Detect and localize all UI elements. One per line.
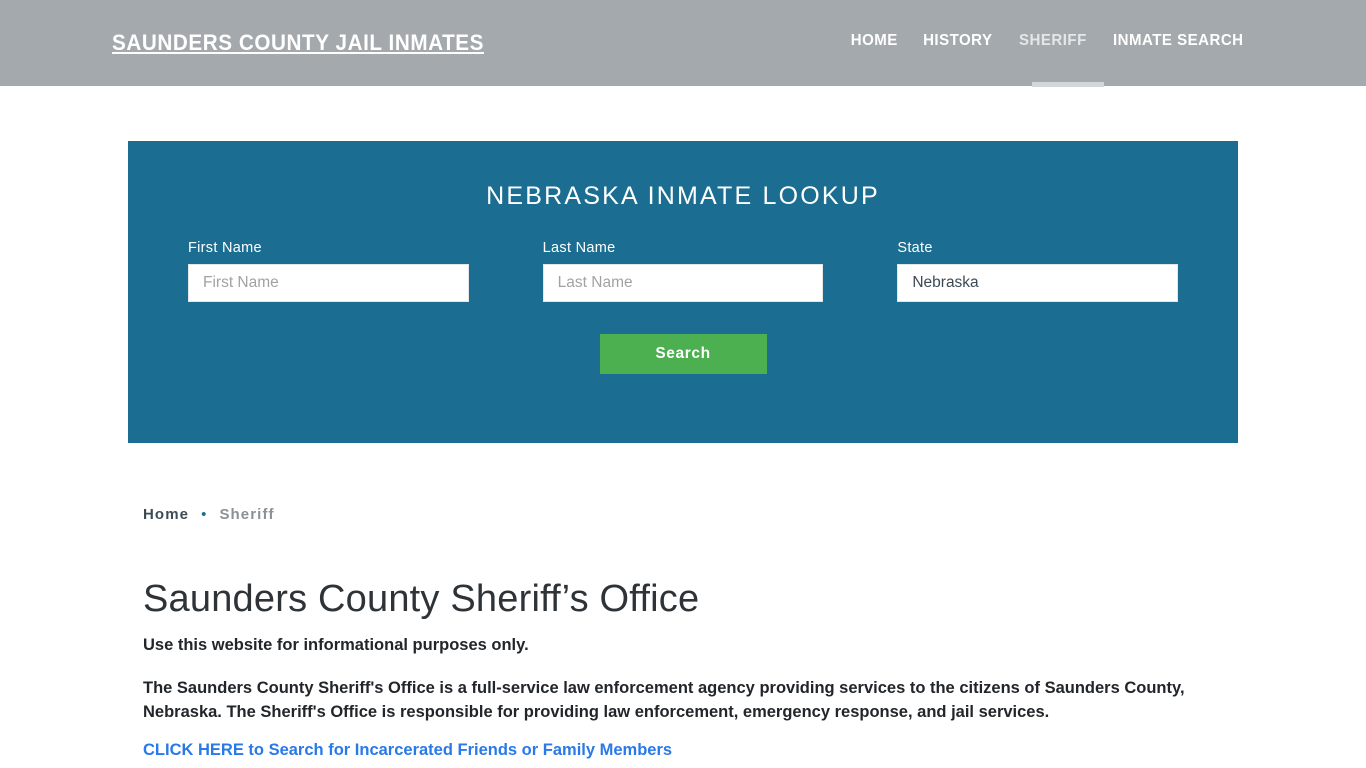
breadcrumb-separator-icon: • bbox=[201, 506, 208, 523]
nav-item-home[interactable]: HOME bbox=[839, 32, 909, 50]
last-name-field-group: Last Name bbox=[542, 240, 824, 302]
last-name-label: Last Name bbox=[542, 240, 616, 256]
state-field-group: State bbox=[897, 240, 1179, 302]
search-button-row: Search bbox=[128, 334, 1238, 374]
lookup-panel-title: NEBRASKA INMATE LOOKUP bbox=[486, 182, 880, 210]
first-name-input[interactable] bbox=[188, 264, 469, 302]
breadcrumb-current: Sheriff bbox=[219, 506, 275, 523]
page-title: Saunders County Sheriff’s Office bbox=[143, 578, 700, 620]
state-input[interactable] bbox=[897, 264, 1179, 302]
main-navigation: HOME HISTORY SHERIFF INMATE SEARCH bbox=[838, 32, 1258, 50]
nav-item-inmate-search[interactable]: INMATE SEARCH bbox=[1102, 32, 1256, 50]
nav-item-history[interactable]: HISTORY bbox=[912, 32, 1005, 50]
first-name-label: First Name bbox=[188, 240, 262, 256]
state-label: State bbox=[897, 240, 933, 256]
nav-item-sheriff[interactable]: SHERIFF bbox=[1007, 32, 1098, 50]
inmate-lookup-panel: NEBRASKA INMATE LOOKUP First Name Last N… bbox=[128, 141, 1238, 443]
inmate-search-cta-link[interactable]: CLICK HERE to Search for Incarcerated Fr… bbox=[143, 741, 672, 760]
breadcrumb-home[interactable]: Home bbox=[143, 506, 189, 523]
lookup-fields-row: First Name Last Name State bbox=[128, 240, 1238, 302]
body-paragraph: The Saunders County Sheriff's Office is … bbox=[143, 679, 1185, 721]
disclaimer-text: Use this website for informational purpo… bbox=[143, 636, 529, 654]
breadcrumb: Home • Sheriff bbox=[143, 506, 275, 523]
last-name-input[interactable] bbox=[542, 264, 824, 302]
site-header: SAUNDERS COUNTY JAIL INMATES HOME HISTOR… bbox=[0, 0, 1366, 87]
nav-active-indicator bbox=[1032, 82, 1104, 87]
site-brand-logo[interactable]: SAUNDERS COUNTY JAIL INMATES bbox=[112, 30, 484, 56]
first-name-field-group: First Name bbox=[188, 240, 469, 302]
search-button[interactable]: Search bbox=[599, 334, 767, 374]
